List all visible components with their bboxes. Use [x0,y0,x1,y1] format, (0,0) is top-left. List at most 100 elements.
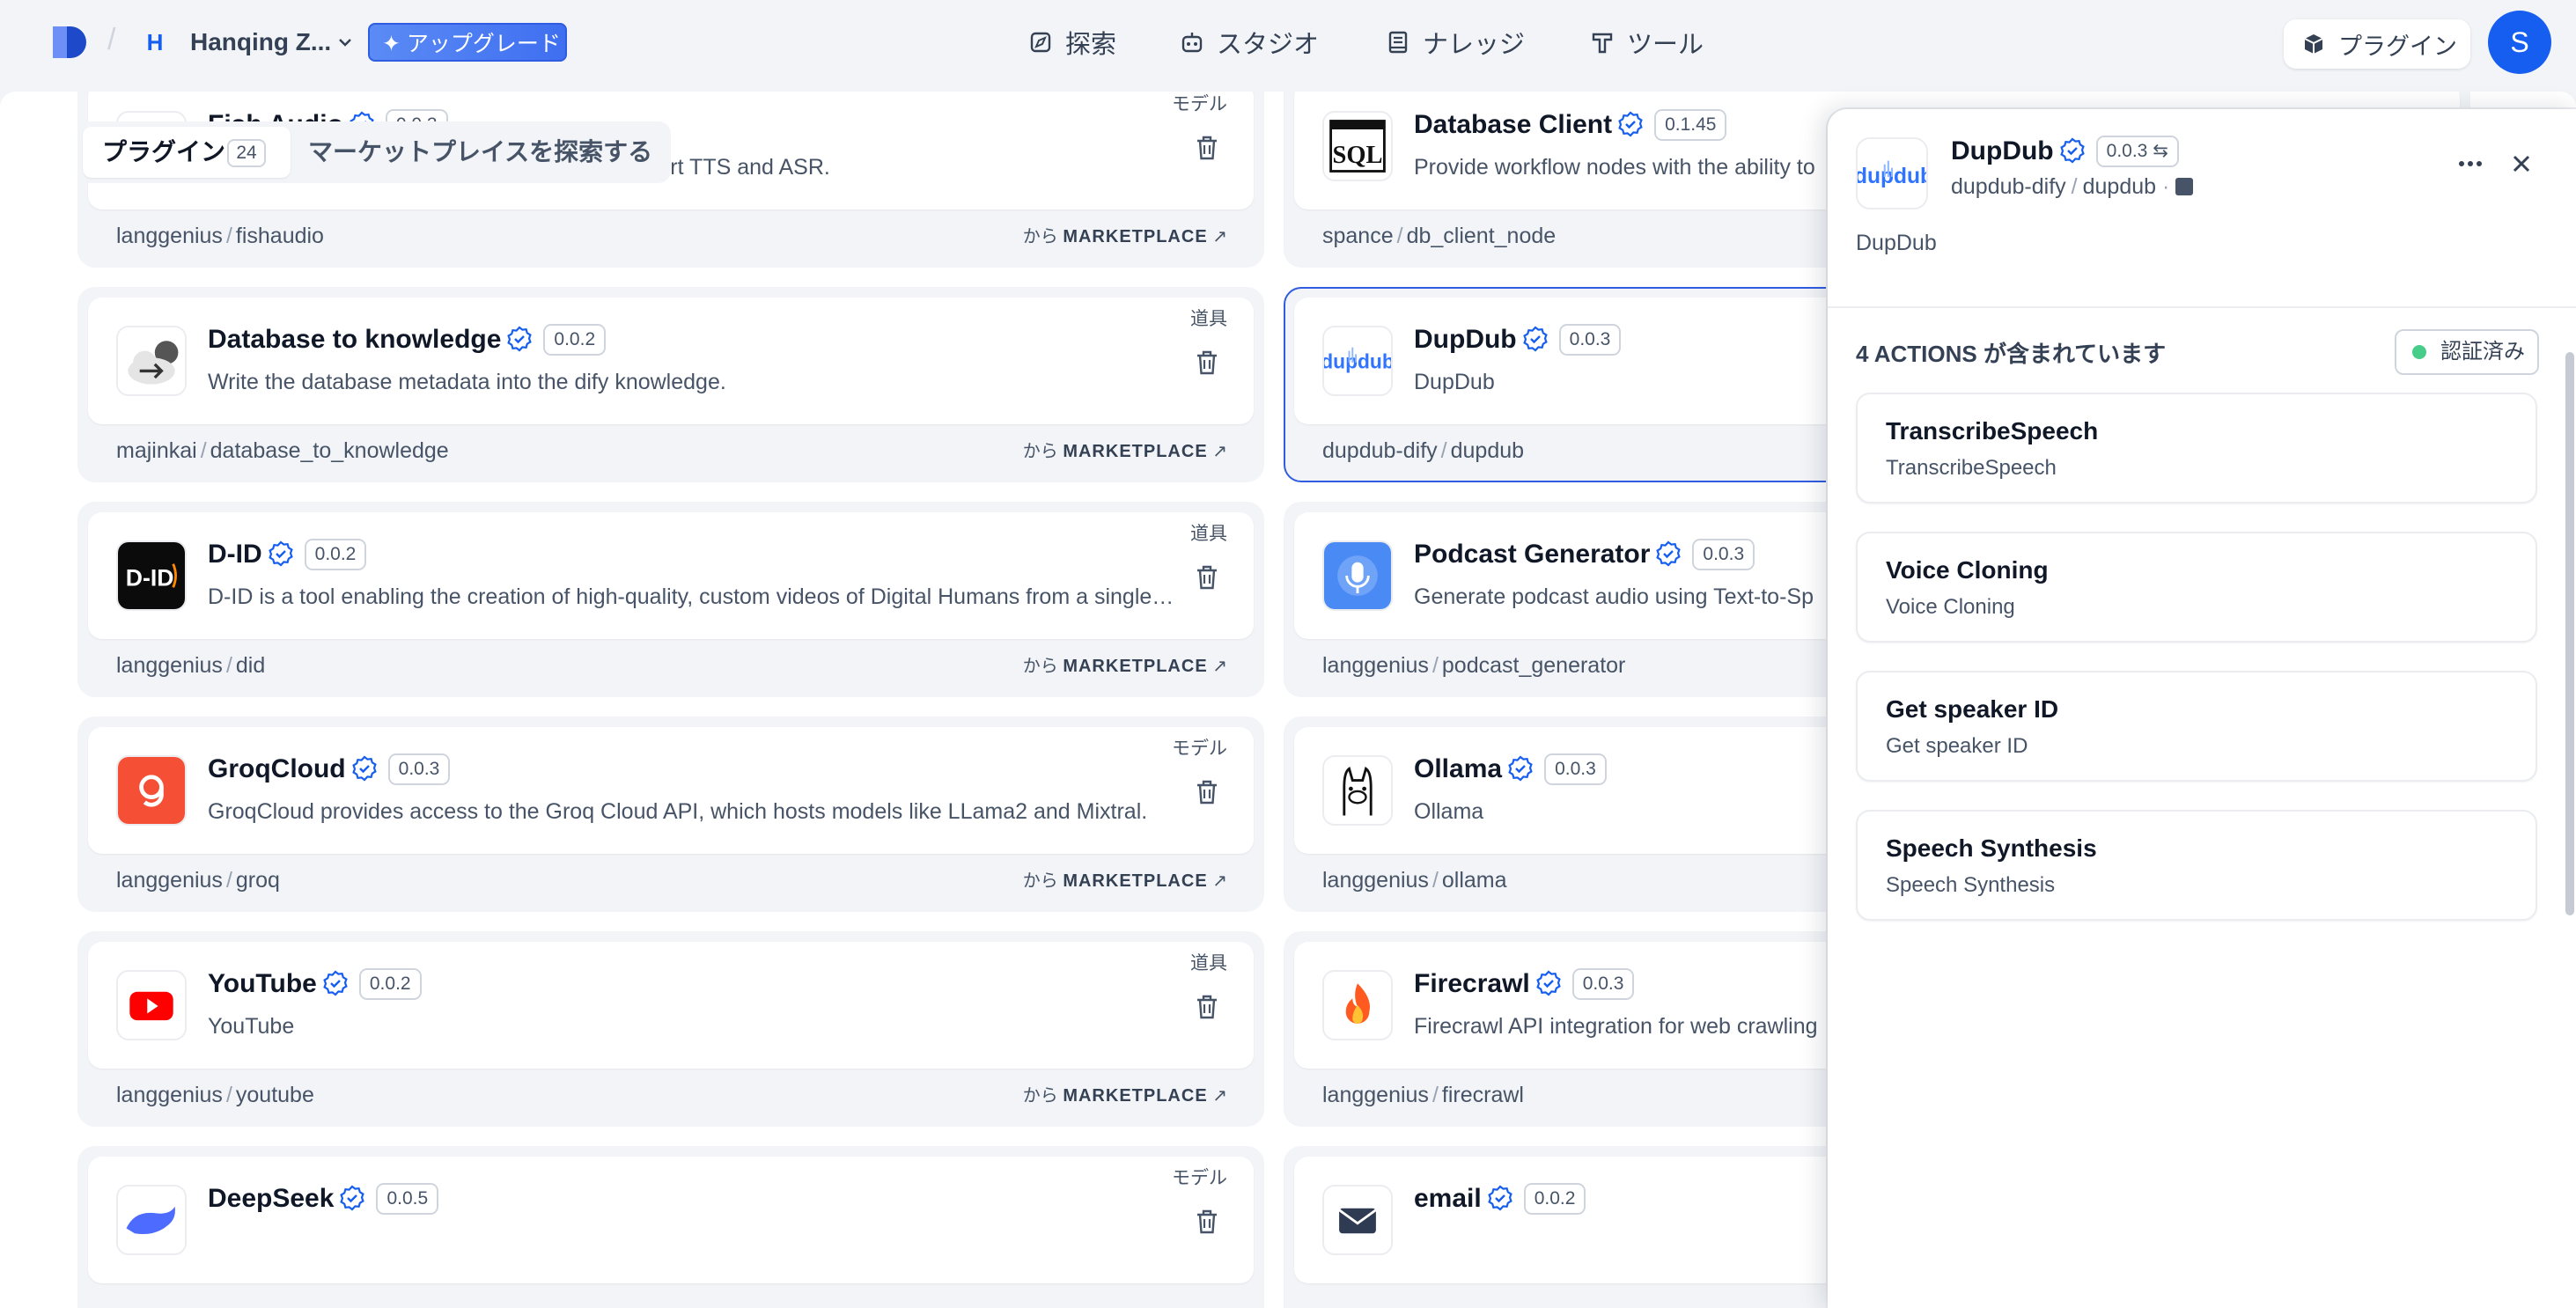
external-link-icon: ↗ [1212,227,1227,246]
marketplace-link[interactable]: から MARKETPLACE ↗ [1023,438,1227,465]
plugin-title: GroqCloud 0.0.3 [208,752,451,787]
tab-plugins-label: プラグイン [102,138,226,165]
verified-icon [507,326,533,352]
plugin-name: email [1414,1184,1482,1213]
verified-icon [1656,540,1682,567]
plugin-author: langgenius [116,1083,223,1107]
source-label: MARKETPLACE [1063,1086,1208,1106]
trash-icon[interactable] [1194,1208,1220,1236]
tab-plugins[interactable]: プラグイン 24 [83,127,291,178]
nav-knowledge[interactable]: ナレッジ [1386,21,1525,63]
action-card[interactable]: Voice Cloning Voice Cloning [1856,532,2537,643]
plugin-count-badge: 24 [227,139,266,167]
action-card[interactable]: Speech Synthesis Speech Synthesis [1856,810,2537,921]
source-prefix: から [1022,1086,1058,1106]
plugin-name: Podcast Generator [1414,540,1651,569]
auth-status-badge[interactable]: 認証済み [2395,329,2539,375]
path-separator: / [225,224,232,248]
upgrade-button[interactable]: ✦ アップグレード [368,23,567,62]
scrollbar[interactable] [2565,352,2574,915]
action-subtitle: Get speaker ID [1886,734,2028,758]
nav-explore-label: 探索 [1065,31,1117,59]
chevron-down-icon[interactable] [335,32,356,53]
action-card[interactable]: TranscribeSpeech TranscribeSpeech [1856,393,2537,503]
plugin-card-body: DeepSeek 0.0.5 モデル [88,1157,1254,1283]
dify-logo[interactable] [51,25,90,60]
version-badge: 0.0.3 [1692,539,1755,570]
trash-icon[interactable] [1194,993,1220,1021]
trash-icon[interactable] [1194,349,1220,377]
breadcrumb-separator: / [107,23,116,56]
plugin-author: majinkai [116,438,197,463]
source-label: MARKETPLACE [1063,657,1208,676]
plugin-slug: did [235,653,266,678]
plugin-card[interactable]: YouTube 0.0.2 YouTube 道具 langgenius / youtube か… [77,931,1264,1127]
plugin-author: langgenius [116,868,223,893]
plugins-button[interactable]: プラグイン [2284,19,2470,69]
path-separator: / [1396,224,1403,248]
svg-text:dupdub: dupdub [1324,350,1391,373]
plugin-name: GroqCloud [208,754,346,783]
plugin-card-body: Database to knowledge 0.0.2 Write the data… [88,298,1254,424]
workspace-badge: H [146,29,164,55]
box-icon [2175,178,2194,195]
verified-icon [268,540,293,567]
detail-version-badge[interactable]: 0.0.3 ⇆ [2095,136,2179,167]
trash-icon[interactable] [1194,134,1220,162]
more-icon[interactable] [2455,148,2486,180]
verified-icon [351,755,377,782]
plugin-slug: youtube [235,1083,314,1107]
plugin-card[interactable]: D-ID D-ID 0.0.2 D-ID is a tool enabling the… [77,502,1264,697]
auth-status-label: 認証済み [2440,340,2525,364]
nav-explore[interactable]: 探索 [1028,21,1116,63]
external-link-icon: ↗ [1212,1086,1227,1106]
plugin-name: DupDub [1414,325,1517,354]
plugin-path: spance / db_client_node [1322,218,1556,254]
youtube-logo [116,970,187,1040]
action-subtitle: Voice Cloning [1886,595,2015,619]
trash-icon[interactable] [1194,563,1220,592]
source-prefix: から [1022,227,1058,246]
marketplace-link[interactable]: から MARKETPLACE ↗ [1023,1083,1227,1109]
avatar[interactable]: S [2488,11,2551,74]
plugin-card[interactable]: DeepSeek 0.0.5 モデル [77,1146,1264,1308]
source-prefix: から [1022,657,1058,676]
plugin-title: Firecrawl 0.0.3 [1414,966,1635,1002]
path-separator: / [1440,438,1447,463]
svg-text:SQL: SQL [1332,142,1382,169]
version-badge: 0.0.3 [1544,753,1607,785]
tab-marketplace[interactable]: マーケットプレイスを探索する [308,127,652,178]
plugin-slug: ollama [1441,868,1507,893]
path-separator: / [1432,653,1439,678]
plugin-card[interactable]: GroqCloud 0.0.3 GroqCloud provides access … [77,716,1264,912]
plugin-slug: fishaudio [235,224,324,248]
plugin-title: Database to knowledge 0.0.2 [208,322,607,357]
marketplace-link[interactable]: から MARKETPLACE ↗ [1023,868,1227,894]
marketplace-link[interactable]: から MARKETPLACE ↗ [1023,224,1227,250]
nav-studio[interactable]: スタジオ [1180,21,1319,63]
source-prefix: から [1022,871,1058,891]
plugin-card[interactable]: Database to knowledge 0.0.2 Write the data… [77,287,1264,482]
path-separator: / [1432,1083,1439,1107]
action-title: Speech Synthesis [1886,834,2097,862]
source-label: MARKETPLACE [1063,871,1208,891]
plugin-path: langgenius / podcast_generator [1322,648,1625,683]
plugin-author: langgenius [1322,653,1429,678]
trash-icon[interactable] [1194,778,1220,806]
fire-icon [1322,970,1393,1040]
did-logo: D-ID [116,540,187,611]
detail-description: DupDub [1856,231,1937,255]
category-tag: 道具 [1190,524,1227,544]
marketplace-link[interactable]: から MARKETPLACE ↗ [1023,653,1227,680]
workspace-name[interactable]: Hanqing Z... [190,25,331,60]
action-card[interactable]: Get speaker ID Get speaker ID [1856,671,2537,782]
close-icon[interactable] [2506,148,2537,180]
nav-tools[interactable]: ツール [1590,21,1704,63]
verified-icon [1508,755,1533,782]
external-link-icon: ↗ [1212,657,1227,676]
version-badge: 0.0.2 [358,968,422,1000]
action-title: Get speaker ID [1886,695,2059,723]
hammer-icon [1592,33,1613,54]
plugin-slug: dupdub [1450,438,1525,463]
plugin-card-body: YouTube 0.0.2 YouTube 道具 [88,942,1254,1069]
